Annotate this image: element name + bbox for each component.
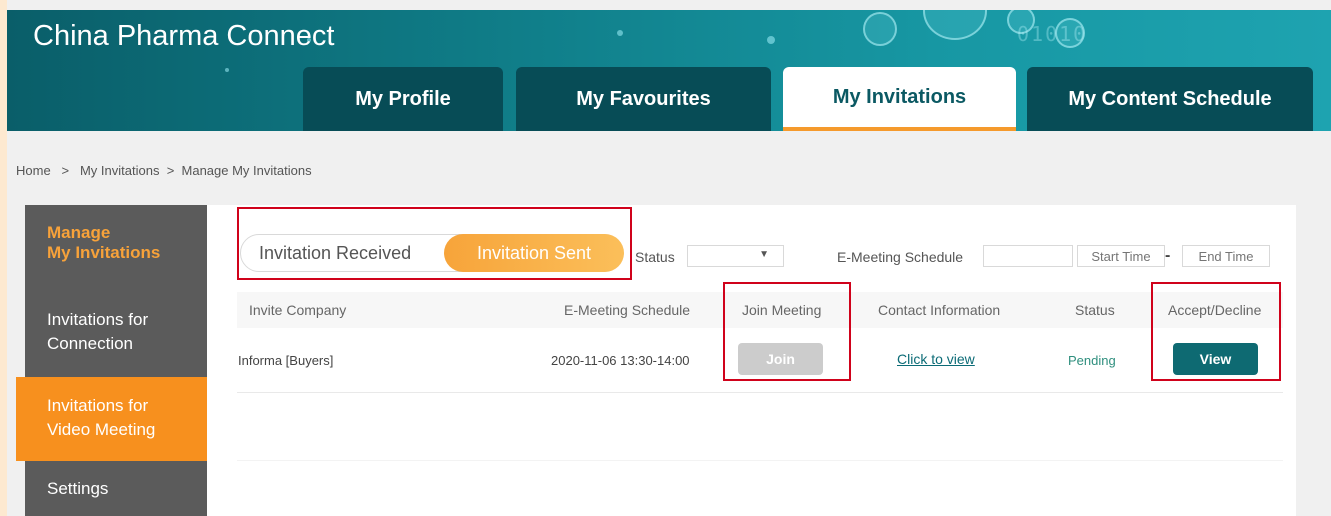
column-e-meeting-schedule: E-Meeting Schedule: [564, 302, 691, 318]
sidebar-heading: Manage My Invitations: [47, 223, 160, 263]
status-badge: Pending: [1068, 353, 1116, 368]
mail-bubble-decoration: [863, 12, 897, 46]
header-sparkle: [225, 68, 229, 72]
tab-my-profile[interactable]: My Profile: [303, 67, 503, 131]
sidebar-item-label: Video Meeting: [47, 420, 156, 439]
sidebar-item-settings[interactable]: Settings: [47, 477, 108, 501]
breadcrumb-current: Manage My Invitations: [181, 163, 312, 178]
contact-view-link[interactable]: Click to view: [897, 351, 975, 367]
sidebar: Manage My Invitations Invitations for Co…: [25, 205, 207, 516]
column-invite-company: Invite Company: [249, 302, 347, 318]
sidebar-heading-line2: My Invitations: [47, 243, 161, 262]
chevron-down-icon: ▼: [759, 249, 769, 260]
status-filter-label: Status: [635, 249, 675, 265]
row-divider: [237, 392, 1283, 393]
schedule-date-input[interactable]: [983, 245, 1073, 267]
left-edge-strip: [0, 0, 7, 516]
sidebar-item-label: Invitations for: [47, 310, 149, 329]
breadcrumb-my-invitations[interactable]: My Invitations: [80, 163, 159, 178]
tab-my-favourites[interactable]: My Favourites: [516, 67, 771, 131]
highlight-box-accept: [1151, 282, 1281, 381]
breadcrumb: Home > My Invitations > Manage My Invita…: [16, 163, 312, 178]
breadcrumb-separator: >: [61, 163, 70, 178]
status-select[interactable]: ▼: [687, 245, 784, 267]
row-divider: [237, 460, 1283, 461]
cell-company: Informa [Buyers]: [238, 353, 334, 368]
binary-decoration: 01010: [1017, 22, 1088, 46]
sidebar-item-label: Invitations for: [47, 396, 149, 415]
sidebar-heading-line1: Manage: [47, 223, 111, 242]
site-title: China Pharma Connect: [33, 20, 335, 52]
sidebar-item-video-meeting[interactable]: Invitations for Video Meeting: [16, 377, 207, 461]
schedule-filter-label: E-Meeting Schedule: [837, 249, 964, 265]
breadcrumb-home[interactable]: Home: [16, 163, 51, 178]
column-status: Status: [1075, 302, 1115, 318]
highlight-box-toggle: [237, 207, 632, 280]
cell-schedule: 2020-11-06 13:30-14:00: [551, 353, 690, 368]
header-sparkle: [767, 36, 775, 44]
tab-my-invitations[interactable]: My Invitations: [783, 67, 1016, 131]
end-time-input[interactable]: [1182, 245, 1270, 267]
breadcrumb-separator: >: [166, 163, 175, 178]
site-header: 01010 China Pharma Connect My Profile My…: [7, 10, 1331, 131]
sidebar-item-connection[interactable]: Invitations for Connection: [47, 308, 148, 356]
tab-my-content-schedule[interactable]: My Content Schedule: [1027, 67, 1313, 131]
column-contact-information: Contact Information: [878, 302, 1001, 318]
sidebar-item-label: Connection: [47, 334, 134, 353]
globe-bubble-decoration: [923, 10, 987, 40]
range-dash: -: [1165, 247, 1171, 264]
highlight-box-join: [723, 282, 851, 381]
start-time-input[interactable]: [1077, 245, 1165, 267]
header-sparkle: [617, 30, 623, 36]
